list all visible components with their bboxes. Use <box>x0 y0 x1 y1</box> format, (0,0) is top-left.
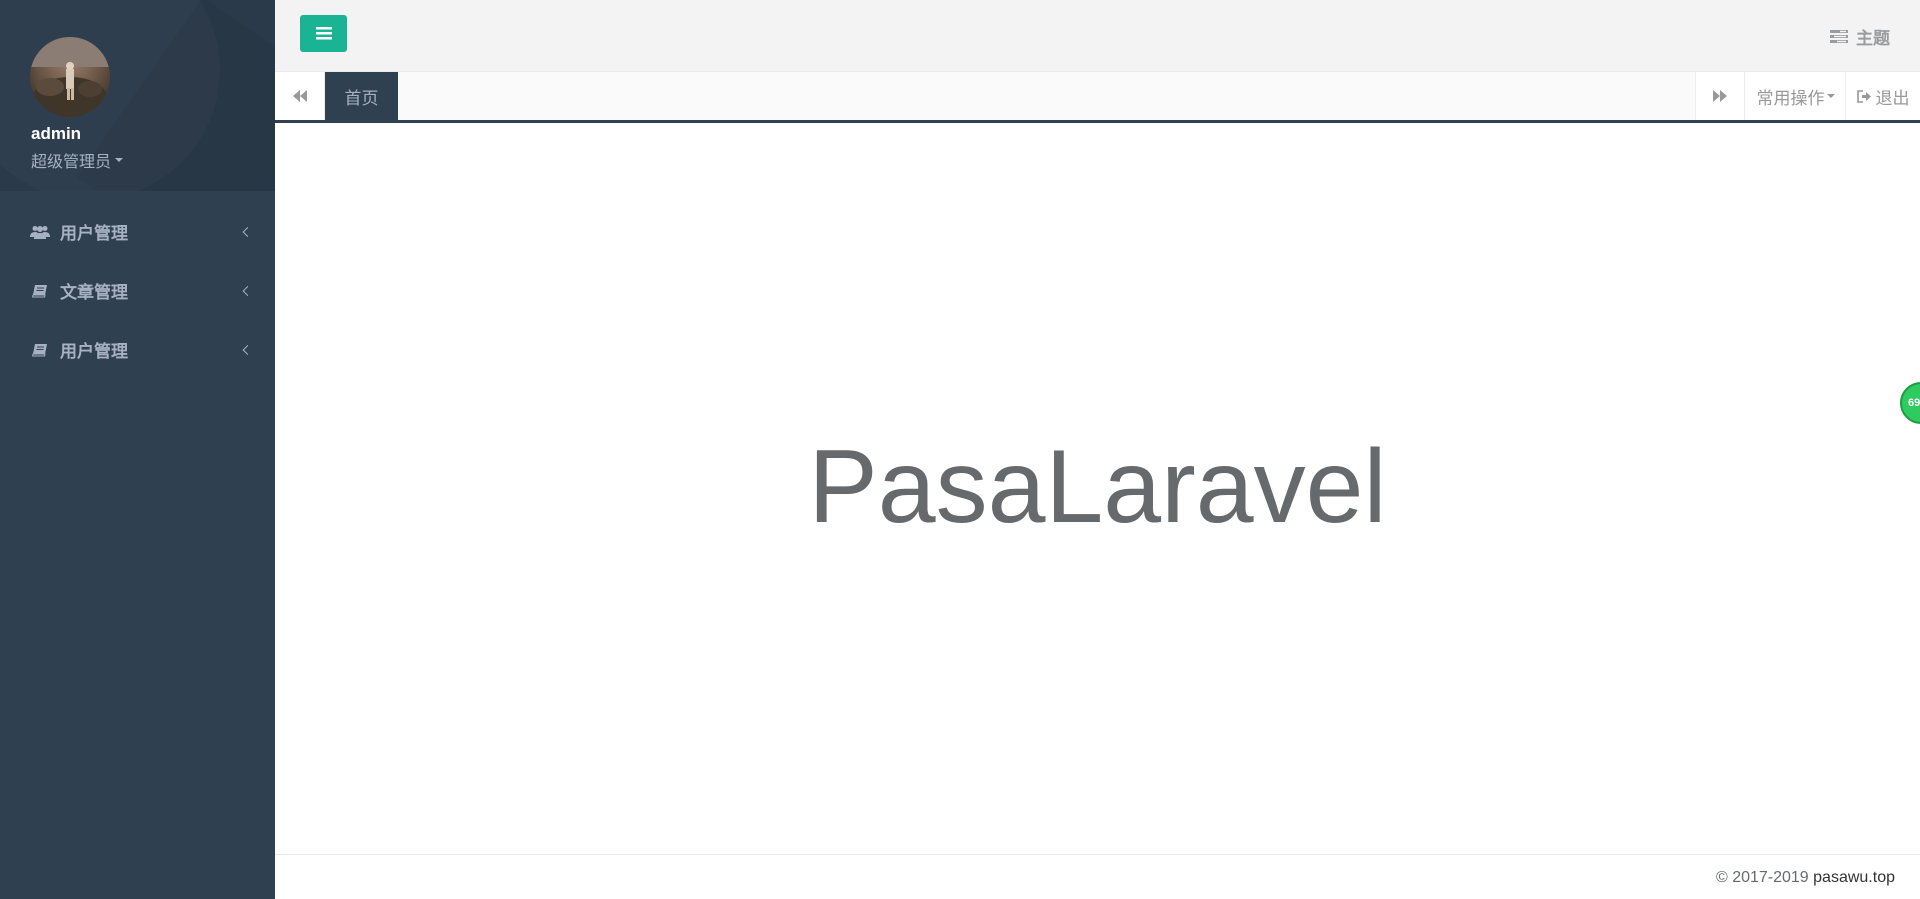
backward-icon <box>292 90 307 102</box>
bars-icon <box>315 27 332 40</box>
sidebar-item-label: 用户管理 <box>60 342 128 361</box>
profile-role-dropdown[interactable]: 超级管理员 <box>31 148 124 172</box>
book-icon <box>30 283 50 299</box>
sidebar-menu: 用户管理 文章管理 用户管理 <box>0 202 275 379</box>
avatar-image <box>30 37 110 117</box>
chevron-left-icon <box>242 344 253 355</box>
footer: © 2017-2019 pasawu.top <box>275 854 1920 899</box>
top-header: 主题 <box>275 0 1920 72</box>
tasks-icon <box>1830 29 1848 43</box>
tabs-bar: 首页 常用操作 退出 <box>275 72 1920 123</box>
footer-site-link[interactable]: pasawu.top <box>1813 869 1895 886</box>
logout-label: 退出 <box>1875 88 1910 108</box>
copyright-text: © 2017-2019 <box>1715 869 1809 886</box>
users-icon <box>30 224 50 240</box>
chevron-left-icon <box>242 285 253 296</box>
scroll-tabs-right-button[interactable] <box>1695 72 1745 120</box>
common-operations-dropdown[interactable]: 常用操作 <box>1746 72 1846 120</box>
common-operations-label: 常用操作 <box>1756 88 1825 108</box>
page-title: PasaLaravel <box>808 429 1387 545</box>
book-icon <box>30 342 50 358</box>
profile-name: admin <box>31 124 82 143</box>
menu-toggle-button[interactable] <box>300 15 347 52</box>
sidebar-item-article-management[interactable]: 文章管理 <box>0 261 275 320</box>
footer-copyright: © 2017-2019 pasawu.top <box>1716 869 1895 887</box>
tab-home[interactable]: 首页 <box>325 72 398 120</box>
sign-out-icon <box>1856 89 1871 103</box>
chevron-left-icon <box>242 226 253 237</box>
sidebar: admin 超级管理员 用户管理 文章管理 用户管理 <box>0 0 275 899</box>
sidebar-item-label: 文章管理 <box>60 283 128 302</box>
main-content: PasaLaravel <box>275 123 1920 854</box>
profile-panel: admin 超级管理员 <box>0 0 275 191</box>
forward-icon <box>1713 90 1727 102</box>
scroll-tabs-left-button[interactable] <box>275 72 325 120</box>
sidebar-item-label: 用户管理 <box>60 224 128 243</box>
caret-down-icon <box>1826 94 1835 98</box>
theme-button[interactable]: 主题 <box>1830 24 1890 49</box>
sidebar-item-user-management[interactable]: 用户管理 <box>0 202 275 261</box>
logout-button[interactable]: 退出 <box>1846 72 1920 120</box>
avatar[interactable] <box>30 37 110 117</box>
profile-role-label: 超级管理员 <box>31 154 112 171</box>
sidebar-item-user-management-2[interactable]: 用户管理 <box>0 320 275 379</box>
caret-down-icon <box>115 158 124 162</box>
floating-badge-text: 69 <box>1908 397 1920 409</box>
theme-label: 主题 <box>1856 29 1890 48</box>
